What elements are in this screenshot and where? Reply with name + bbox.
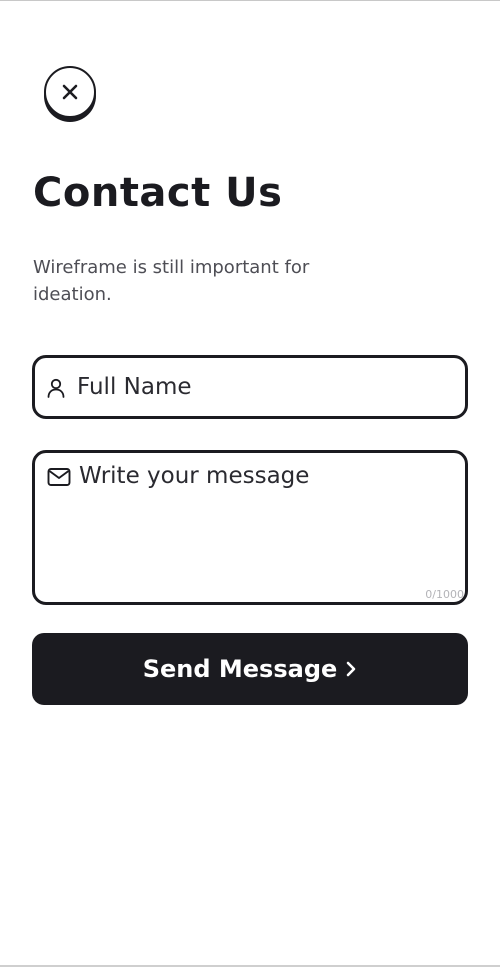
message-placeholder: Write your message — [79, 463, 310, 489]
chevron-right-icon — [345, 660, 357, 678]
page-subtitle: Wireframe is still important for ideatio… — [33, 257, 310, 305]
full-name-field[interactable]: Full Name — [32, 355, 468, 419]
send-message-label: Send Message — [142, 655, 338, 683]
message-field[interactable]: Write your message 0/1000 — [32, 450, 468, 605]
close-button[interactable] — [44, 66, 96, 118]
top-divider — [0, 0, 500, 1]
mail-icon — [47, 467, 71, 487]
user-icon — [45, 377, 67, 399]
character-counter: 0/1000 — [425, 588, 464, 601]
send-message-button[interactable]: Send Message — [32, 633, 468, 705]
page-title: Contact Us — [33, 170, 283, 216]
close-icon — [62, 84, 78, 100]
full-name-placeholder: Full Name — [77, 374, 192, 400]
